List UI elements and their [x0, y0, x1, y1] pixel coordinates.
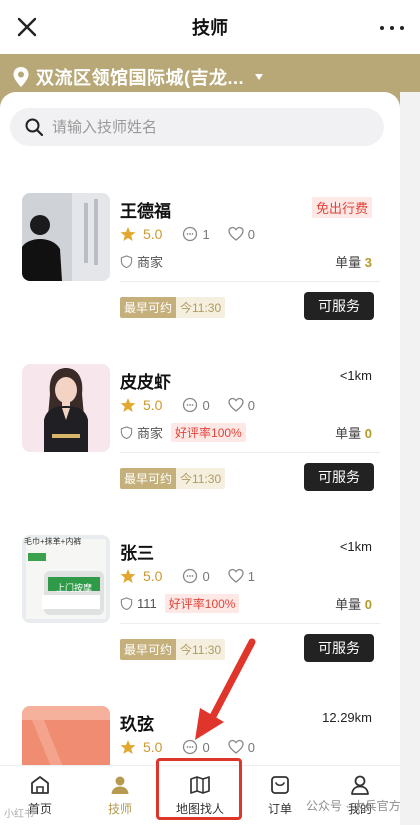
page-title: 技师	[192, 18, 228, 38]
order-label: 单量	[335, 255, 362, 270]
watermark-left: 小红书	[4, 809, 34, 820]
location-text: 双流区领馆国际城(吉龙...	[36, 68, 244, 88]
like-count: 0	[247, 226, 255, 242]
close-icon[interactable]	[14, 14, 40, 40]
technician-card[interactable]: 皮皮虾 <1km 5.0 0 0 商家 好评率100% 单量 0 最早可约 今11…	[20, 364, 380, 519]
stats-row: 5.0 1 0	[120, 226, 273, 242]
caret-down-icon	[255, 74, 263, 80]
comment-icon	[183, 226, 198, 242]
order-label: 单量	[335, 597, 362, 612]
technician-card[interactable]: 王德福 免出行费 5.0 1 0 商家 单量 3 最早可约 今11:30 可服务	[20, 193, 380, 348]
heart-icon[interactable]	[228, 226, 244, 242]
like-count: 1	[247, 568, 255, 584]
like-count: 0	[247, 397, 255, 413]
order-value: 0	[364, 597, 372, 612]
heart-icon[interactable]	[228, 568, 244, 584]
order-icon	[271, 776, 289, 794]
stats-row: 5.0 0 0	[120, 397, 273, 413]
technician-name: 玖弦	[120, 715, 154, 734]
distance-tag: 12.29km	[322, 710, 372, 725]
rating: 5.0	[143, 568, 163, 584]
profile-icon	[351, 775, 369, 795]
search-input[interactable]	[52, 118, 352, 136]
stats-row: 5.0 0 1	[120, 568, 273, 584]
earliest-time: 今11:30	[176, 297, 226, 318]
comment-icon	[183, 568, 198, 584]
avatar	[22, 193, 110, 281]
star-icon	[120, 398, 136, 412]
merchant-type: 商家	[137, 426, 164, 441]
comment-count: 0	[202, 397, 210, 413]
earliest-label: 最早可约	[120, 639, 177, 660]
order-count: 单量 3	[335, 252, 372, 271]
tab-orders[interactable]: 订单	[240, 766, 320, 825]
earliest-label: 最早可约	[120, 297, 177, 318]
good-rate-badge: 好评率100%	[164, 594, 240, 613]
search-icon	[25, 118, 44, 137]
available-button[interactable]: 可服务	[304, 292, 374, 320]
location-pin-icon	[13, 67, 29, 87]
earliest-availability: 最早可约 今11:30	[120, 297, 226, 318]
divider	[120, 452, 380, 453]
location-selector[interactable]: 双流区领馆国际城(吉龙...	[12, 62, 264, 92]
divider	[120, 623, 380, 624]
avatar: 毛巾+抹革+内裤 上门按摩	[22, 535, 110, 623]
rating: 5.0	[143, 226, 163, 242]
tab-profile[interactable]: 我的	[320, 766, 400, 825]
free-travel-tag: 免出行费	[311, 197, 372, 218]
star-icon	[120, 740, 136, 754]
earliest-label: 最早可约	[120, 468, 177, 489]
earliest-time: 今11:30	[176, 468, 226, 489]
available-button[interactable]: 可服务	[304, 634, 374, 662]
comment-count: 0	[202, 568, 210, 584]
rating: 5.0	[143, 397, 163, 413]
side-strip	[400, 92, 420, 825]
heart-icon[interactable]	[228, 397, 244, 413]
technician-name: 皮皮虾	[120, 373, 171, 392]
comment-count: 1	[202, 226, 210, 242]
product-text-line2: 上门按摩	[56, 583, 93, 593]
merchant-row: 商家 好评率100%	[120, 423, 246, 442]
avatar	[22, 364, 110, 452]
watermark-right: 公众号 · 太兵官方	[306, 799, 401, 813]
available-button[interactable]: 可服务	[304, 463, 374, 491]
top-bar: 技师	[0, 0, 420, 54]
merchant-type: 111	[137, 596, 157, 611]
merchant-row: 111 好评率100%	[120, 594, 240, 613]
highlight-box-annotation	[156, 758, 242, 820]
divider	[120, 281, 380, 282]
merchant-row: 商家	[120, 252, 163, 271]
tab-technician[interactable]: 技师	[80, 766, 160, 825]
more-icon[interactable]	[380, 16, 404, 40]
star-icon	[120, 227, 136, 241]
tab-label: 订单	[267, 802, 292, 816]
shield-icon	[120, 255, 133, 268]
tab-label: 技师	[107, 802, 132, 816]
merchant-type: 商家	[137, 255, 164, 270]
search-bar[interactable]	[10, 108, 384, 146]
order-value: 0	[364, 426, 372, 441]
order-count: 单量 0	[335, 423, 372, 442]
distance-tag: <1km	[339, 368, 372, 383]
technician-icon	[111, 776, 129, 794]
comment-icon	[183, 397, 198, 413]
star-icon	[120, 569, 136, 583]
technician-name: 王德福	[120, 202, 171, 221]
order-value: 3	[364, 255, 372, 270]
shield-icon	[120, 597, 133, 610]
technician-name: 张三	[120, 544, 154, 563]
product-text-line1: 毛巾+抹革+内裤	[24, 537, 82, 546]
red-arrow-annotation	[195, 638, 256, 740]
distance-tag: <1km	[339, 539, 372, 554]
rating: 5.0	[143, 739, 163, 755]
good-rate-badge: 好评率100%	[171, 423, 246, 442]
shield-icon	[120, 426, 133, 439]
home-icon	[31, 776, 49, 794]
order-count: 单量 0	[335, 594, 372, 613]
earliest-availability: 最早可约 今11:30	[120, 468, 226, 489]
order-label: 单量	[335, 426, 362, 441]
